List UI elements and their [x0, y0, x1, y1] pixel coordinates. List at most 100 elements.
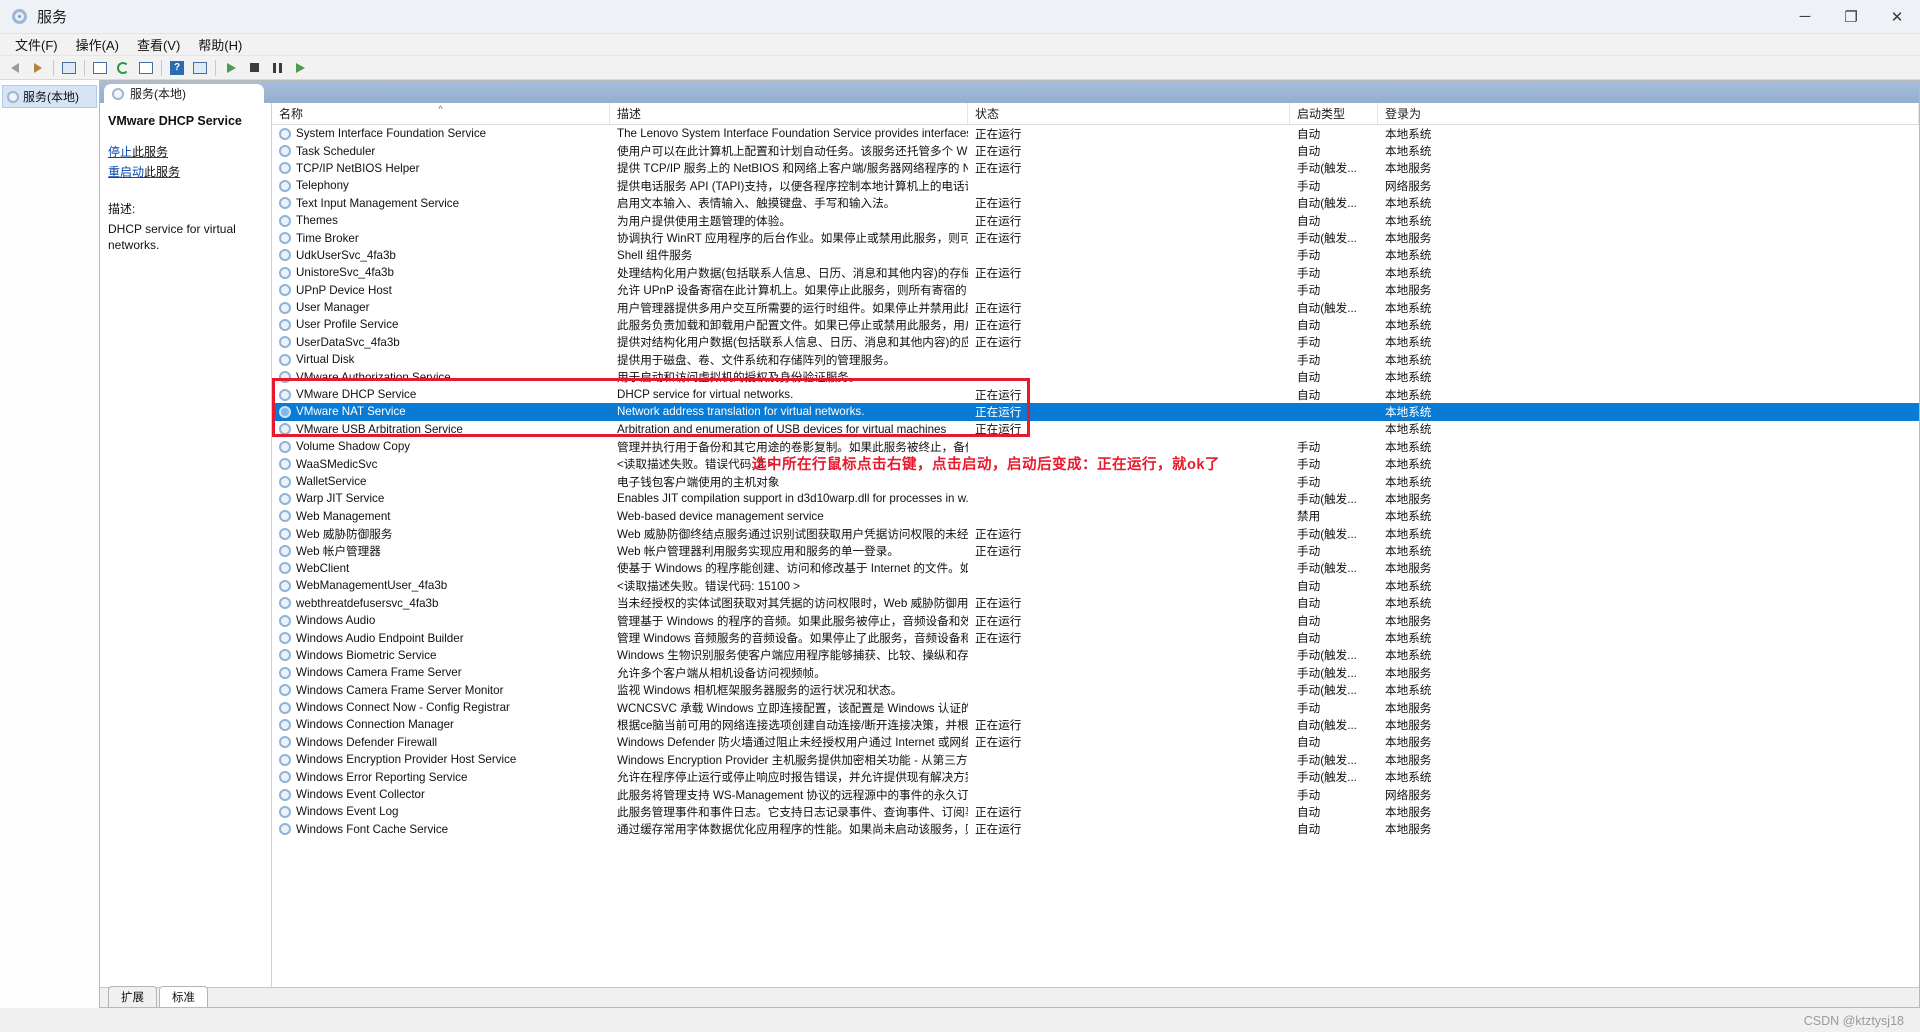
cell-startup-type: 自动(触发...: [1297, 197, 1357, 211]
table-row[interactable]: Windows Connect Now - Config Registrar WC…: [272, 699, 1919, 716]
table-row[interactable]: VMware DHCP Service DHCP service for virt…: [272, 386, 1919, 403]
cell-startup-type: 自动: [1297, 823, 1321, 837]
cell-startup-type: 手动: [1297, 788, 1321, 802]
cell-startup-type: 手动: [1297, 266, 1321, 280]
tree-node-services-local[interactable]: 服务(本地): [2, 85, 97, 108]
table-row[interactable]: Windows Camera Frame Server Monitor 监视 Wi…: [272, 682, 1919, 699]
cell-service-name: TCP/IP NetBIOS Helper: [272, 162, 610, 175]
table-row[interactable]: Windows Audio Endpoint Builder 管理 Windows…: [272, 629, 1919, 646]
table-row[interactable]: Time Broker 协调执行 WinRT 应用程序的后台作业。如果停止或禁用此…: [272, 229, 1919, 246]
tab-extended[interactable]: 扩展: [108, 986, 157, 1007]
cell-logon-as: 本地系统: [1385, 527, 1432, 541]
window-title: 服务: [37, 9, 68, 26]
tree-node-label: 服务(本地): [23, 90, 79, 104]
table-row[interactable]: System Interface Foundation Service The L…: [272, 125, 1919, 142]
close-button[interactable]: ✕: [1874, 0, 1920, 34]
table-row[interactable]: webthreatdefusersvc_4fa3b 当未经授权的实体试图获取对其凭…: [272, 595, 1919, 612]
cell-service-name: UdkUserSvc_4fa3b: [272, 249, 610, 262]
stop-service-link[interactable]: 停止此服务: [108, 143, 263, 160]
table-row[interactable]: Windows Event Collector 此服务将管理支持 WS-Manag…: [272, 786, 1919, 803]
column-header-name[interactable]: 名称 ^: [272, 103, 610, 124]
table-row[interactable]: Windows Connection Manager 根据се脑当前可用的网络连接…: [272, 716, 1919, 733]
service-name-label: VMware Authorization Service: [296, 370, 451, 384]
cell-logon-as: 本地系统: [1385, 771, 1432, 785]
stop-service-button[interactable]: [243, 57, 265, 78]
start-service-button[interactable]: [220, 57, 242, 78]
forward-button[interactable]: [27, 57, 49, 78]
service-gear-icon: [279, 371, 291, 384]
table-row[interactable]: Windows Event Log 此服务管理事件和事件日志。它支持日志记录事件、…: [272, 803, 1919, 820]
export-list-button[interactable]: [135, 57, 157, 78]
maximize-button[interactable]: ❐: [1828, 0, 1874, 34]
column-header-description[interactable]: 描述: [610, 103, 968, 124]
table-row[interactable]: UdkUserSvc_4fa3b Shell 组件服务 手动 本地系统: [272, 247, 1919, 264]
table-row[interactable]: UnistoreSvc_4fa3b 处理结构化用户数据(包括联系人信息、日历、消息…: [272, 264, 1919, 281]
table-row[interactable]: User Profile Service 此服务负责加载和卸载用户配置文件。如果已…: [272, 316, 1919, 333]
toolbar: ?: [0, 56, 1920, 80]
table-row[interactable]: Windows Defender Firewall Windows Defende…: [272, 734, 1919, 751]
table-row[interactable]: Windows Biometric Service Windows 生物识别服务使…: [272, 647, 1919, 664]
back-button[interactable]: [4, 57, 26, 78]
cell-service-name: WaaSMedicSvc: [272, 458, 610, 471]
table-row[interactable]: WalletService 电子钱包客户端使用的主机对象 手动 本地系统: [272, 473, 1919, 490]
cell-service-name: WebManagementUser_4fa3b: [272, 579, 610, 592]
table-row[interactable]: Telephony 提供电话服务 API (TAPI)支持，以便各程序控制本地计算…: [272, 177, 1919, 194]
menu-view[interactable]: 查看(V): [128, 33, 189, 56]
table-row[interactable]: Windows Error Reporting Service 允许在程序停止运行…: [272, 768, 1919, 785]
table-row[interactable]: User Manager 用户管理器提供多用户交互所需要的运行时组件。如果停止并禁…: [272, 299, 1919, 316]
cell-service-name: UPnP Device Host: [272, 284, 610, 297]
service-gear-icon: [279, 475, 291, 488]
arrow-left-icon: [11, 62, 19, 73]
table-row[interactable]: VMware Authorization Service 用于启动和访问虚拟机的授…: [272, 368, 1919, 385]
table-row[interactable]: Text Input Management Service 启用文本输入、表情输入…: [272, 195, 1919, 212]
show-action-pane-button[interactable]: [189, 57, 211, 78]
column-header-status[interactable]: 状态: [968, 103, 1290, 124]
properties-icon: [93, 61, 107, 74]
show-hide-tree-button[interactable]: [58, 57, 80, 78]
table-row[interactable]: UPnP Device Host 允许 UPnP 设备寄宿在此计算机上。如果停止此…: [272, 282, 1919, 299]
table-row[interactable]: VMware USB Arbitration Service Arbitratio…: [272, 421, 1919, 438]
table-row[interactable]: Themes 为用户提供使用主题管理的体验。 正在运行 自动 本地系统: [272, 212, 1919, 229]
cell-logon-as: 本地系统: [1385, 266, 1432, 280]
table-row[interactable]: Windows Font Cache Service 通过缓存常用字体数据优化应用…: [272, 821, 1919, 838]
table-row[interactable]: UserDataSvc_4fa3b 提供对结构化用户数据(包括联系人信息、日历、消…: [272, 334, 1919, 351]
cell-status: 正在运行: [975, 597, 1022, 611]
table-row[interactable]: WebClient 使基于 Windows 的程序能创建、访问和修改基于 Inte…: [272, 560, 1919, 577]
restart-service-button[interactable]: [289, 57, 311, 78]
cell-status: 正在运行: [975, 162, 1022, 176]
table-row[interactable]: Web 威胁防御服务 Web 威胁防御终结点服务通过识别试图获取用户凭据访问权限的…: [272, 525, 1919, 542]
menu-help[interactable]: 帮助(H): [189, 33, 251, 56]
column-header-startup-type[interactable]: 启动类型: [1290, 103, 1378, 124]
refresh-button[interactable]: [112, 57, 134, 78]
cell-logon-as: 本地系统: [1385, 388, 1432, 402]
cell-logon-as: 本地服务: [1385, 492, 1432, 506]
service-name-label: WebManagementUser_4fa3b: [296, 579, 448, 593]
table-row[interactable]: Web 帐户管理器 Web 帐户管理器利用服务实现应用和服务的单一登录。 正在运行 手…: [272, 542, 1919, 559]
cell-logon-as: 本地系统: [1385, 510, 1432, 524]
table-row[interactable]: Web Management Web-based device managemen…: [272, 508, 1919, 525]
table-row[interactable]: Windows Camera Frame Server 允许多个客户端从相机设备访…: [272, 664, 1919, 681]
table-row[interactable]: TCP/IP NetBIOS Helper 提供 TCP/IP 服务上的 NetB…: [272, 160, 1919, 177]
menu-action[interactable]: 操作(A): [67, 33, 128, 56]
table-row[interactable]: Virtual Disk 提供用于磁盘、卷、文件系统和存储阵列的管理服务。 手动 本地…: [272, 351, 1919, 368]
cell-startup-type: 自动: [1297, 318, 1321, 332]
restart-service-link[interactable]: 重启动此服务: [108, 163, 263, 180]
menu-file[interactable]: 文件(F): [6, 33, 67, 56]
help-button[interactable]: ?: [166, 57, 188, 78]
properties-button[interactable]: [89, 57, 111, 78]
cell-service-name: Windows Camera Frame Server: [272, 666, 610, 679]
table-row[interactable]: VMware NAT Service Network address transl…: [272, 403, 1919, 421]
column-header-logon-as[interactable]: 登录为: [1378, 103, 1919, 124]
table-row[interactable]: Warp JIT Service Enables JIT compilation …: [272, 490, 1919, 507]
cell-startup-type: 手动(触发...: [1297, 562, 1357, 576]
pause-service-button[interactable]: [266, 57, 288, 78]
cell-startup-type: 禁用: [1297, 510, 1321, 524]
table-row[interactable]: Windows Encryption Provider Host Service…: [272, 751, 1919, 768]
cell-status: 正在运行: [975, 423, 1022, 437]
tab-standard[interactable]: 标准: [159, 986, 208, 1007]
cell-service-name: Themes: [272, 214, 610, 227]
table-row[interactable]: Task Scheduler 使用户可以在此计算机上配置和计划自动任务。该服务还托…: [272, 142, 1919, 159]
table-row[interactable]: WebManagementUser_4fa3b <读取描述失败。错误代码: 151…: [272, 577, 1919, 594]
minimize-button[interactable]: ─: [1782, 0, 1828, 34]
table-row[interactable]: Windows Audio 管理基于 Windows 的程序的音频。如果此服务被停…: [272, 612, 1919, 629]
